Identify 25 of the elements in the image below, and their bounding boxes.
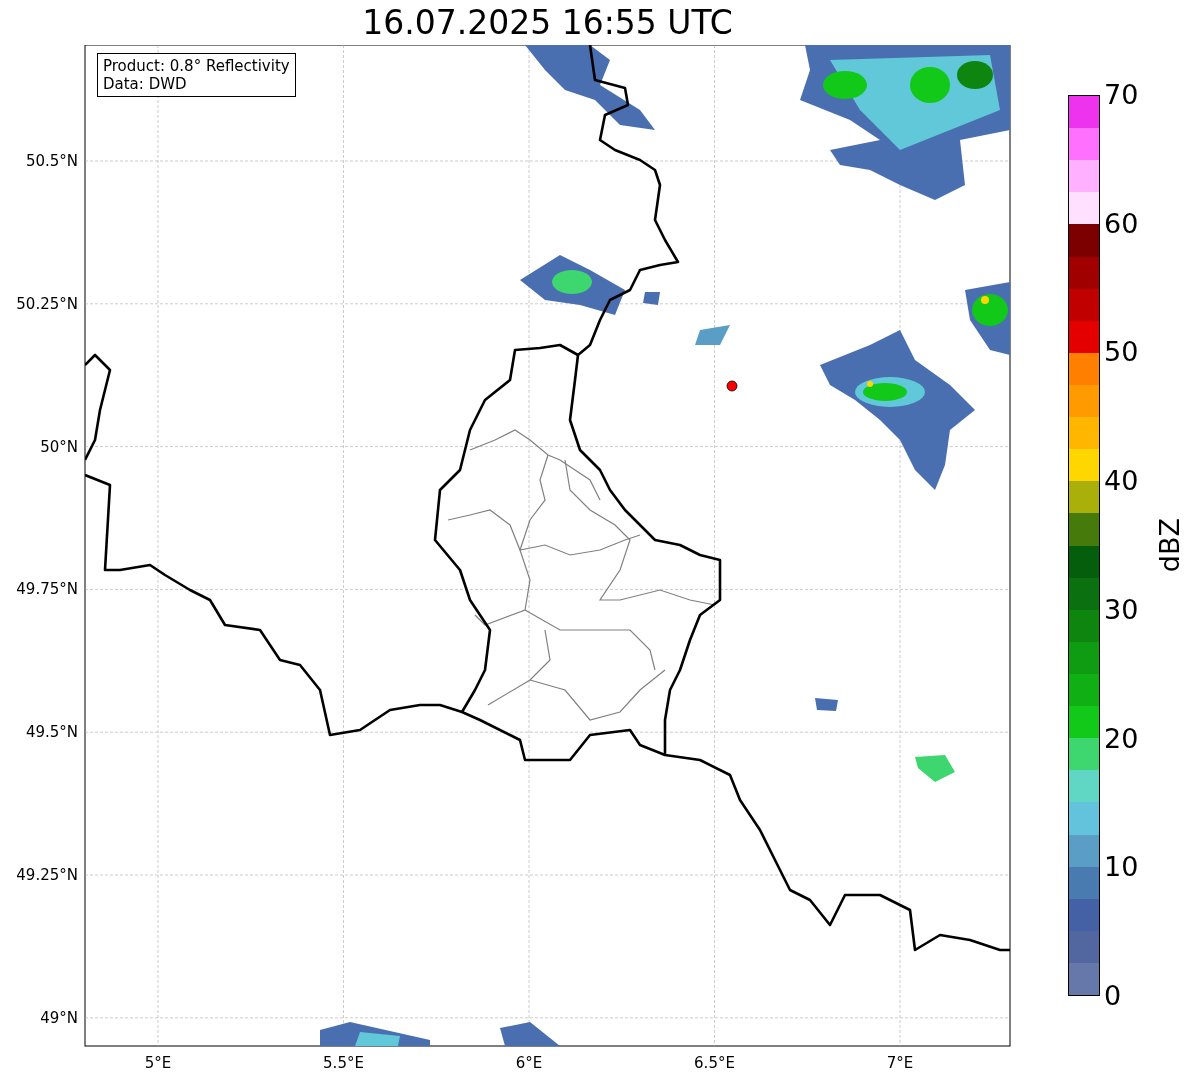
location-marker	[726, 380, 738, 392]
info-text: Product: 0.8° Reflectivity	[103, 57, 290, 75]
colorbar-tick-label: 10	[1104, 852, 1139, 883]
colorbar-tick-label: 50	[1104, 337, 1139, 368]
longitude-label: 6.5°E	[694, 1054, 735, 1072]
colorbar-tick-label: 60	[1104, 208, 1139, 239]
colorbar-tick-label: 40	[1104, 466, 1139, 497]
latitude-label: 50.25°N	[16, 294, 78, 313]
longitude-label: 7°E	[886, 1054, 914, 1072]
longitude-label: 6°E	[515, 1054, 543, 1072]
longitude-label: 5.5°E	[323, 1054, 364, 1072]
colorbar-tick-label: 20	[1104, 723, 1139, 754]
longitude-label: 5°E	[144, 1054, 172, 1072]
info-text: Data: DWD	[103, 75, 188, 93]
latitude-label: 50°N	[40, 437, 78, 456]
colorbar-tick-label: 70	[1104, 80, 1139, 110]
colorbar-tick-label: 30	[1104, 594, 1139, 625]
latitude-label: 49.5°N	[25, 723, 78, 742]
colorbar-tick-label: 0	[1104, 980, 1123, 1011]
latitude-label: 49.75°N	[16, 580, 78, 599]
latitude-label: 49.25°N	[16, 866, 78, 884]
chart-title: 16.07.2025 16:55 UTC	[362, 2, 733, 43]
colorbar-label: dBZ	[1154, 518, 1186, 573]
latitude-label: 49°N	[40, 1008, 78, 1027]
latitude-label: 50.5°N	[25, 152, 78, 170]
